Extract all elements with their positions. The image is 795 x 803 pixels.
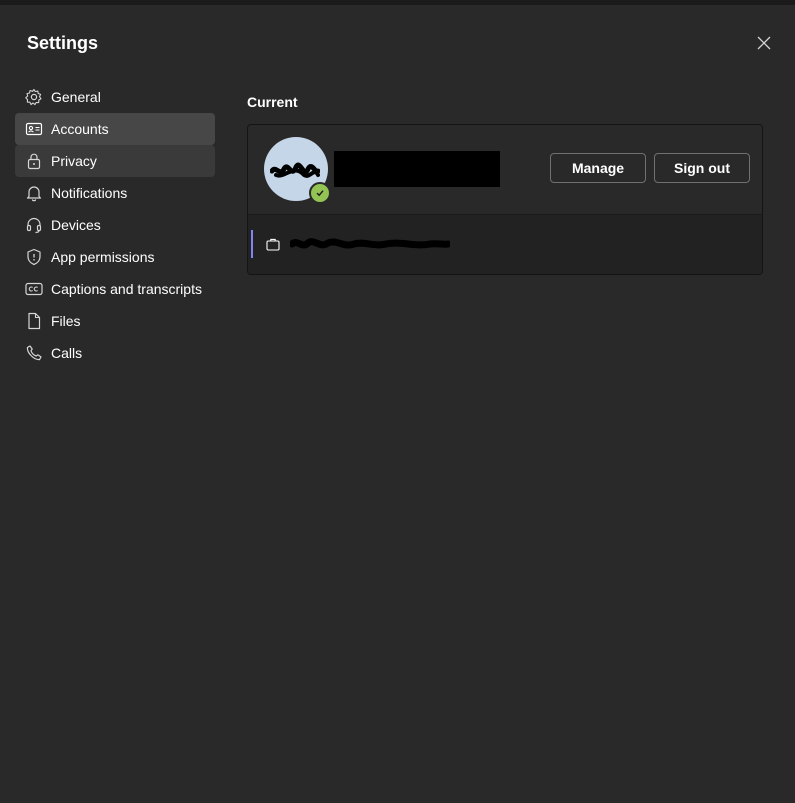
phone-icon (25, 344, 43, 362)
account-name-redacted (334, 151, 500, 187)
redaction-scribble (270, 162, 320, 178)
closed-captions-icon (25, 280, 43, 298)
lock-icon (25, 152, 43, 170)
briefcase-icon (266, 238, 280, 251)
sidebar-item-label: General (51, 89, 101, 105)
sign-out-button[interactable]: Sign out (654, 153, 750, 183)
sidebar-item-captions[interactable]: Captions and transcripts (15, 273, 215, 305)
dialog-title: Settings (27, 33, 99, 53)
file-icon (25, 312, 43, 330)
sidebar-item-privacy[interactable]: Privacy (15, 145, 215, 177)
sidebar-item-label: Captions and transcripts (51, 281, 202, 297)
contact-card-icon (25, 120, 43, 138)
sidebar-item-app-permissions[interactable]: App permissions (15, 241, 215, 273)
sidebar-item-label: Privacy (51, 153, 97, 169)
sidebar-item-calls[interactable]: Calls (15, 337, 215, 369)
selected-org-indicator (251, 230, 253, 258)
checkmark-icon (316, 190, 324, 197)
sidebar-item-notifications[interactable]: Notifications (15, 177, 215, 209)
settings-dialog: Settings General Accounts Privacy Notifi… (0, 5, 795, 803)
gear-icon (25, 88, 43, 106)
close-button[interactable] (752, 31, 776, 55)
sidebar-item-files[interactable]: Files (15, 305, 215, 337)
account-header: Manage Sign out (248, 125, 762, 214)
sidebar-item-accounts[interactable]: Accounts (15, 113, 215, 145)
account-card: Manage Sign out (247, 124, 763, 275)
sidebar-item-devices[interactable]: Devices (15, 209, 215, 241)
headset-icon (25, 216, 43, 234)
organization-name-redacted (290, 238, 450, 249)
sidebar-item-label: Calls (51, 345, 83, 361)
sidebar-item-label: App permissions (51, 249, 155, 265)
sidebar-item-label: Devices (51, 217, 101, 233)
settings-nav: General Accounts Privacy Notifications D (15, 81, 215, 369)
bell-icon (25, 184, 43, 202)
sidebar-item-general[interactable]: General (15, 81, 215, 113)
sidebar-item-label: Accounts (51, 121, 109, 137)
sidebar-item-label: Notifications (51, 185, 128, 201)
close-icon (757, 36, 771, 50)
section-heading-current: Current (247, 94, 298, 110)
organization-row[interactable] (248, 214, 762, 274)
presence-available-badge (309, 182, 331, 204)
sidebar-item-label: Files (51, 313, 81, 329)
manage-button[interactable]: Manage (550, 153, 646, 183)
shield-icon (25, 248, 43, 266)
